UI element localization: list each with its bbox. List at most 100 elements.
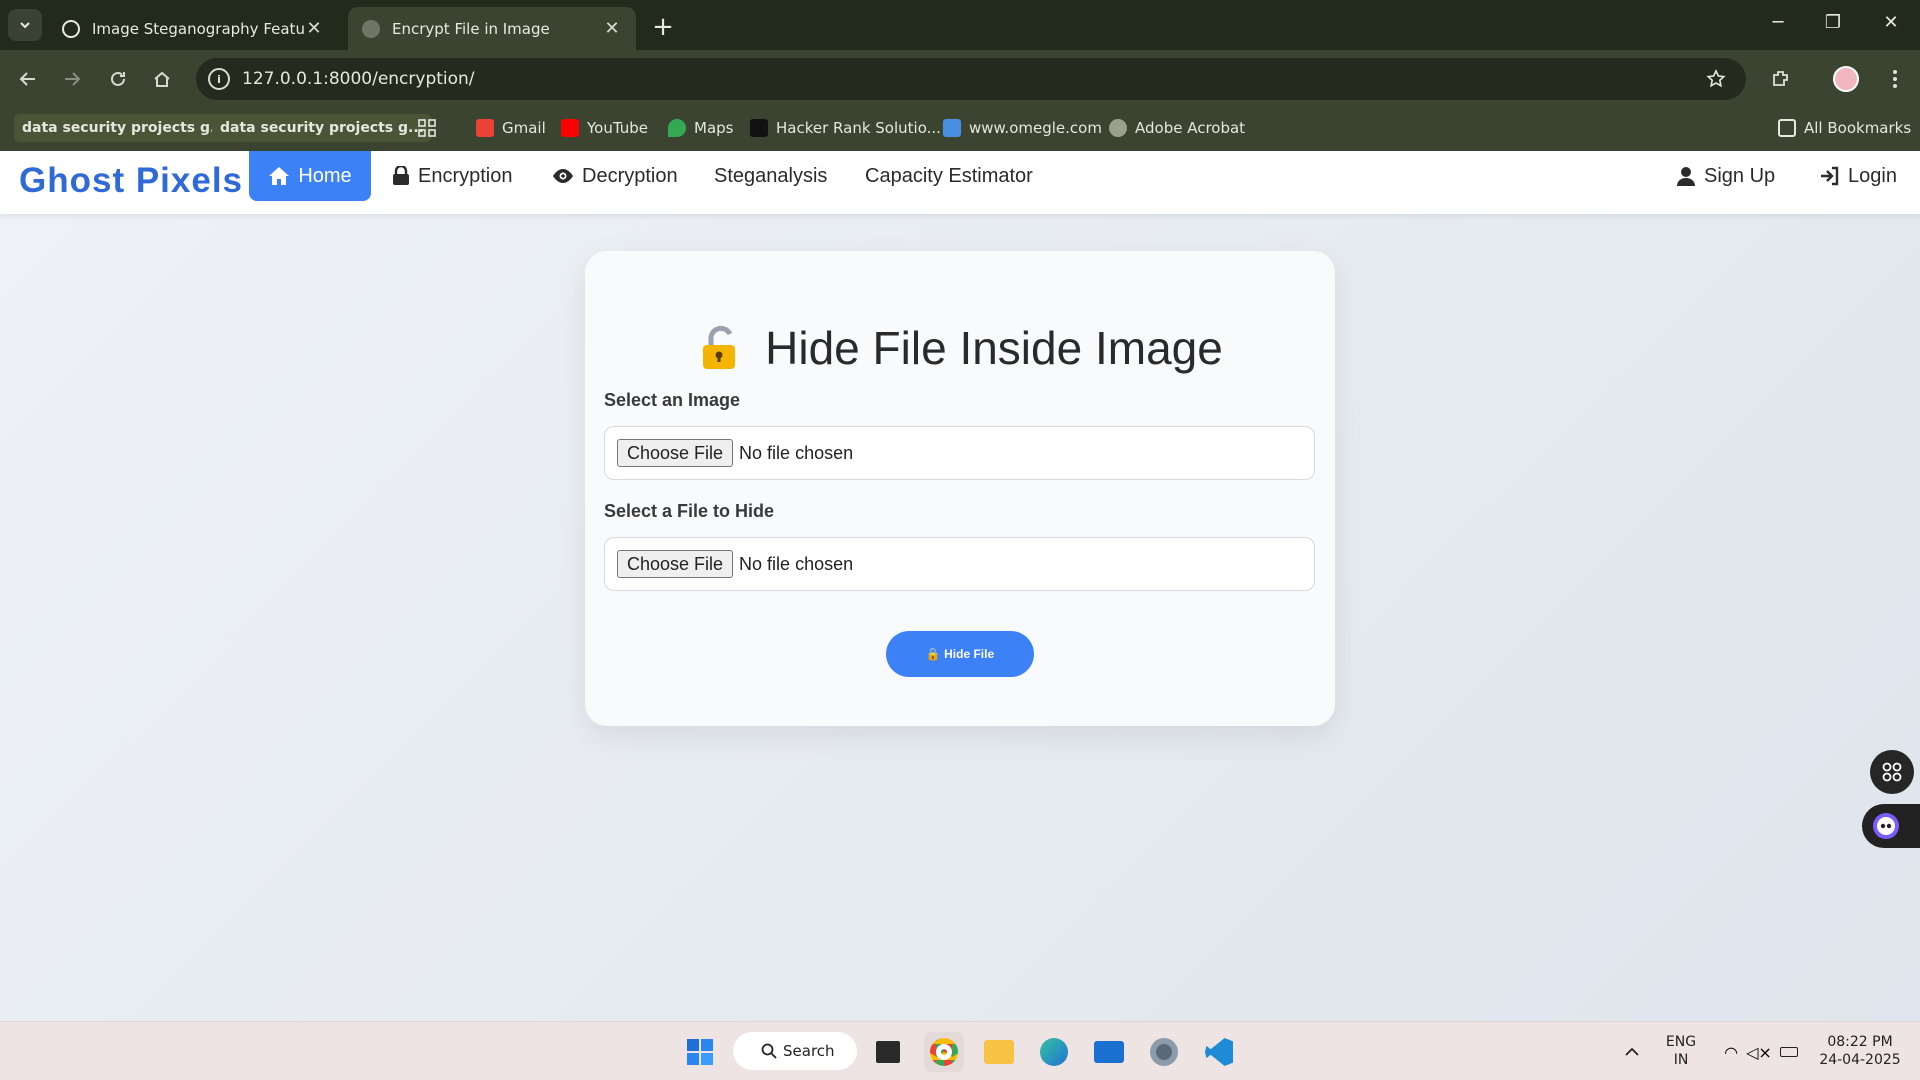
apps-grid-icon: [418, 119, 436, 137]
nav-decryption[interactable]: Decryption: [552, 151, 678, 201]
nav-login[interactable]: Login: [1820, 151, 1897, 201]
apps-button[interactable]: [410, 114, 444, 142]
tab-image-steganography[interactable]: Image Steganography Feature I ✕: [48, 7, 338, 50]
maps-icon: [668, 119, 686, 137]
chevron-down-icon: [20, 22, 30, 29]
nav-label: Sign Up: [1704, 164, 1776, 187]
nav-encryption[interactable]: Encryption: [392, 151, 513, 201]
clock[interactable]: 08:22 PM 24-04-2025: [1810, 1033, 1910, 1069]
bookmark-label: Hacker Rank Solutio...: [776, 119, 941, 137]
globe-icon: [1109, 119, 1127, 137]
more-vert-icon: [1893, 70, 1897, 88]
globe-icon: [362, 19, 380, 38]
tab-encrypt-file[interactable]: Encrypt File in Image ✕: [348, 7, 636, 50]
site-info-icon[interactable]: i: [208, 68, 230, 90]
forward-button[interactable]: [57, 64, 87, 94]
profile-avatar[interactable]: [1831, 64, 1861, 94]
nav-steganalysis[interactable]: Steganalysis: [714, 151, 827, 201]
taskbar-edge[interactable]: [1034, 1032, 1074, 1072]
bookmark-youtube[interactable]: YouTube: [553, 114, 656, 142]
restore-button[interactable]: ❐: [1818, 12, 1848, 33]
bookmark-label: data security projects g...: [22, 120, 226, 136]
nav-label: Encryption: [418, 164, 513, 187]
url-text: 127.0.0.1:8000/encryption/: [242, 69, 475, 89]
bookmark-gmail[interactable]: Gmail: [468, 114, 554, 142]
taskbar-settings[interactable]: [1144, 1032, 1184, 1072]
time-text: 08:22 PM: [1827, 1034, 1893, 1050]
home-icon: [269, 167, 290, 185]
mail-icon: [1094, 1041, 1124, 1063]
page-content: Ghost Pixels Home Encryption Decryption …: [0, 151, 1920, 1021]
wifi-icon: ◠: [1724, 1042, 1739, 1062]
show-hidden-icons-button[interactable]: [1612, 1032, 1652, 1072]
back-button[interactable]: [13, 64, 43, 94]
bookmark-label: Adobe Acrobat: [1135, 119, 1246, 137]
taskbar-file-explorer[interactable]: [979, 1032, 1019, 1072]
taskbar-chrome[interactable]: [924, 1032, 964, 1072]
nav-home[interactable]: Home: [249, 151, 371, 201]
close-tab-icon[interactable]: ✕: [602, 18, 622, 39]
nav-label: Capacity Estimator: [865, 164, 1033, 187]
home-icon: [154, 71, 170, 87]
nav-label: Decryption: [582, 164, 678, 187]
bookmark-maps[interactable]: Maps: [660, 114, 741, 142]
system-status-button[interactable]: ◠ ◁×: [1716, 1032, 1806, 1072]
new-tab-button[interactable]: +: [650, 12, 676, 42]
close-tab-icon[interactable]: ✕: [304, 18, 324, 39]
taskbar-search[interactable]: Search: [733, 1032, 857, 1070]
address-bar[interactable]: i 127.0.0.1:8000/encryption/: [196, 58, 1746, 100]
bookmark-label: YouTube: [587, 119, 648, 137]
lock-icon: [393, 166, 409, 185]
taskbar-vscode[interactable]: [1199, 1032, 1239, 1072]
star-icon[interactable]: [1706, 69, 1726, 89]
language-code: ENG: [1665, 1034, 1697, 1050]
page-title: Hide File Inside Image: [765, 322, 1223, 374]
extensions-button[interactable]: [1766, 64, 1796, 94]
folder-icon: [984, 1040, 1014, 1064]
tab-search-dropdown[interactable]: [8, 9, 42, 41]
home-button[interactable]: [147, 64, 177, 94]
image-file-input[interactable]: Choose File No file chosen: [604, 426, 1315, 480]
close-window-button[interactable]: ✕: [1876, 12, 1906, 33]
sign-in-icon: [1821, 166, 1839, 186]
chevron-up-icon: [1625, 1047, 1639, 1056]
speaker-muted-icon: ◁×: [1746, 1042, 1772, 1062]
choose-image-button[interactable]: Choose File: [617, 439, 734, 467]
taskbar-mail[interactable]: [1089, 1032, 1129, 1072]
reload-button[interactable]: [103, 64, 133, 94]
minimize-button[interactable]: ─: [1763, 12, 1793, 33]
arrow-right-icon: [65, 72, 81, 86]
bookmark-data-security-2[interactable]: data security projects g...: [212, 114, 432, 142]
bookmark-hacker-rank[interactable]: Hacker Rank Solutio...: [742, 114, 949, 142]
start-button[interactable]: [680, 1032, 720, 1072]
choose-hidden-file-button[interactable]: Choose File: [617, 550, 734, 578]
bookmark-omegle[interactable]: www.omegle.com: [935, 114, 1110, 142]
language-indicator[interactable]: ENG IN: [1656, 1033, 1706, 1069]
all-bookmarks-button[interactable]: All Bookmarks: [1770, 114, 1919, 142]
floating-apps-button[interactable]: [1870, 750, 1914, 794]
floating-assistant-button[interactable]: [1862, 804, 1920, 848]
windows-icon: [687, 1039, 713, 1065]
gear-icon: [1150, 1038, 1178, 1066]
search-label: Search: [783, 1042, 835, 1060]
nav-sign-up[interactable]: Sign Up: [1676, 151, 1775, 201]
task-view-icon: [876, 1041, 900, 1063]
task-view-button[interactable]: [868, 1032, 908, 1072]
chrome-icon: [930, 1038, 958, 1066]
menu-button[interactable]: [1880, 64, 1910, 94]
bookmark-adobe-acrobat[interactable]: Adobe Acrobat: [1101, 114, 1253, 142]
hidden-file-input[interactable]: Choose File No file chosen: [604, 537, 1315, 591]
nav-label: Home: [298, 164, 352, 187]
site-brand[interactable]: Ghost Pixels: [19, 161, 243, 201]
browser-toolbar: i 127.0.0.1:8000/encryption/: [0, 50, 1920, 108]
image-file-status: No file chosen: [739, 442, 854, 463]
hackerrank-icon: [750, 119, 768, 137]
region-code: IN: [1673, 1052, 1689, 1068]
locked-padlock-icon: [703, 325, 736, 369]
gmail-icon: [476, 119, 494, 137]
arrow-left-icon: [19, 72, 35, 86]
bookmark-data-security-1[interactable]: data security projects g...: [14, 114, 234, 142]
bookmark-label: All Bookmarks: [1804, 119, 1912, 137]
hide-file-button[interactable]: 🔒 Hide File: [886, 631, 1034, 677]
nav-capacity-estimator[interactable]: Capacity Estimator: [865, 151, 1033, 201]
